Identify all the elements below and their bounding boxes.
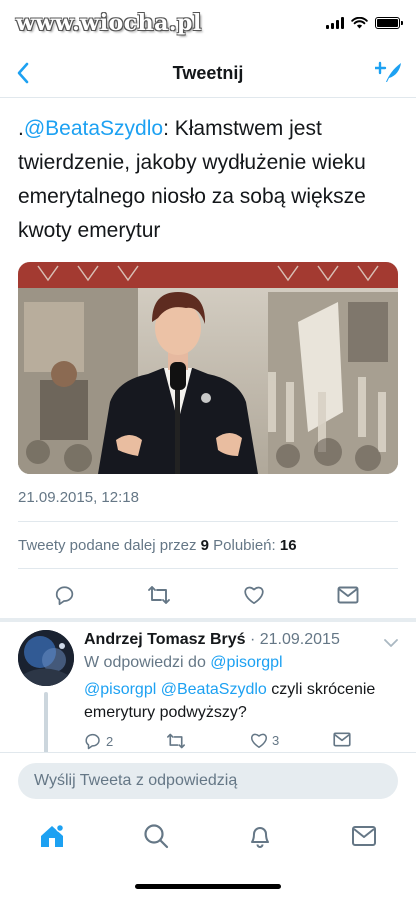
reply-mention[interactable]: @pisorgpl: [84, 681, 156, 698]
bell-icon: [251, 827, 269, 848]
tab-notifications[interactable]: [244, 820, 276, 852]
search-icon: [144, 824, 169, 849]
likes-label: Polubień:: [213, 537, 276, 554]
home-indicator: [135, 884, 281, 889]
likes-count: 16: [279, 537, 297, 554]
tweet-mention[interactable]: @BeataSzydlo: [24, 117, 163, 140]
reply-share-button[interactable]: [333, 732, 351, 747]
reply-actions: 2 3: [84, 732, 384, 754]
reply-like-button[interactable]: 3: [250, 732, 279, 749]
divider: [18, 521, 398, 522]
tweet-photo-illustration: [18, 262, 398, 474]
reply-to-line: W odpowiedzi do @pisorgpl: [84, 654, 283, 672]
reply-to-handle[interactable]: @pisorgpl: [210, 654, 282, 671]
chevron-down-icon: [384, 638, 398, 647]
reply-reply-button[interactable]: 2: [84, 732, 113, 750]
compose-tweet-button[interactable]: [374, 58, 404, 88]
tweet-stats[interactable]: Tweety podane dalej przez 9 Polubień: 16: [18, 537, 297, 554]
heart-icon: [251, 733, 267, 748]
like-count: 3: [272, 733, 280, 748]
tab-messages[interactable]: [348, 820, 380, 852]
signal-icon: [326, 17, 344, 29]
share-button[interactable]: [333, 580, 363, 610]
comment-icon: [85, 733, 100, 750]
share-envelope-icon: [337, 586, 359, 604]
home-icon: [41, 823, 65, 847]
tweet-timestamp: 21.09.2015, 12:18: [18, 489, 139, 506]
reply-tweet[interactable]: Andrzej Tomasz Bryś · 21.09.2015 W odpow…: [0, 622, 416, 754]
reply-author-name[interactable]: Andrzej Tomasz Bryś: [84, 631, 246, 648]
like-button[interactable]: [239, 580, 269, 610]
mail-icon: [352, 826, 376, 846]
reply-date: · 21.09.2015: [249, 631, 340, 648]
battery-icon: [375, 17, 403, 29]
retweet-icon: [148, 586, 170, 604]
avatar-image: [18, 630, 74, 686]
reply-header: Andrzej Tomasz Bryś · 21.09.2015: [84, 631, 340, 649]
tab-bar: [0, 812, 416, 860]
tweet-photo[interactable]: [18, 262, 398, 474]
thread-line: [44, 692, 48, 754]
reply-retweet-button[interactable]: [166, 732, 186, 750]
tweet-actions: [0, 580, 416, 610]
tab-search[interactable]: [140, 820, 172, 852]
tweet-text: .@BeataSzydlo: Kłamstwem jest twierdzeni…: [18, 112, 398, 248]
comment-icon: [55, 586, 74, 606]
heart-icon: [244, 586, 264, 605]
nav-bar: Tweetnij: [0, 48, 416, 98]
wifi-icon: [351, 17, 368, 29]
divider: [18, 568, 398, 569]
reply-input[interactable]: [18, 763, 398, 799]
page-title: Tweetnij: [172, 63, 244, 83]
status-icons: [326, 17, 403, 29]
reply-text: @pisorgpl @BeataSzydlo czyli skrócenie e…: [84, 678, 394, 724]
share-envelope-icon: [333, 732, 351, 747]
retweet-button[interactable]: [144, 580, 174, 610]
reply-button[interactable]: [50, 580, 80, 610]
retweet-icon: [167, 733, 185, 749]
reply-composer: [0, 752, 416, 808]
reply-to-label: W odpowiedzi do: [84, 654, 206, 671]
retweets-label: Tweety podane dalej przez: [18, 537, 197, 554]
reply-mention[interactable]: @BeataSzydlo: [161, 681, 267, 698]
status-bar: www.wiocha.pl: [0, 0, 416, 48]
compose-tweet-icon: [375, 61, 401, 82]
tab-home[interactable]: [36, 820, 68, 852]
avatar[interactable]: [18, 630, 74, 686]
reply-menu-button[interactable]: [382, 634, 400, 652]
reply-count: 2: [106, 733, 114, 749]
watermark: www.wiocha.pl: [16, 10, 202, 36]
retweets-count: 9: [200, 537, 209, 554]
